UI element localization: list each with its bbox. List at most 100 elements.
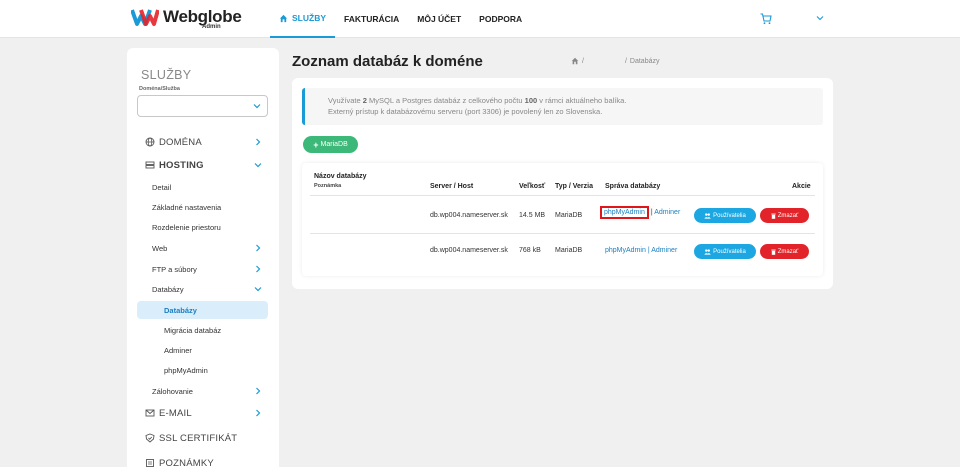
info-line-2: Externý prístup k databázovému serveru (… [328, 107, 603, 116]
sidebar-item-label: E-MAIL [159, 407, 192, 419]
link-separator: | [650, 209, 653, 216]
info-line-1: Využívate 2 MySQL a Postgres databáz z c… [328, 96, 626, 105]
nav-sluzby[interactable]: SLUŽBY [270, 0, 335, 38]
adminer-link[interactable]: Adminer [651, 247, 677, 254]
nav-podpora[interactable]: PODPORA [470, 0, 531, 38]
sidebar-item-domena[interactable]: DOMÉNA [137, 133, 268, 151]
sidebar-item-zalohovanie[interactable]: Zálohovanie [137, 382, 268, 400]
nav-moj-ucet[interactable]: MÔJ ÚČET [408, 0, 470, 38]
sidebar-item-label: Rozdelenie priestoru [152, 222, 221, 232]
sidebar-item-web[interactable]: Web [137, 239, 268, 257]
users-button[interactable]: Používatelia [694, 208, 756, 223]
sidebar-item-label: Základné nastavenia [152, 202, 222, 212]
notes-icon [146, 459, 154, 467]
info-text: MySQL a Postgres databáz z celkového poč… [366, 96, 525, 105]
col-header-type: Typ / Verzia [555, 183, 593, 190]
sidebar-title: SLUŽBY [141, 68, 192, 82]
sidebar-item-phpmyadmin[interactable]: phpMyAdmin [137, 361, 268, 379]
home-icon [279, 14, 288, 22]
sidebar-item-label: Detail [152, 182, 172, 192]
sidebar-item-rozdelenie-priestoru[interactable]: Rozdelenie priestoru [137, 218, 268, 236]
breadcrumb-separator: / [582, 57, 584, 65]
logo-subtitle: Admin [202, 24, 221, 30]
cell-server: db.wp004.nameserver.sk [430, 212, 508, 219]
plus-icon: + [313, 139, 319, 150]
sidebar-item-label: Adminer [164, 345, 192, 355]
breadcrumb-current: Databázy [629, 57, 660, 65]
col-header-actions: Akcie [792, 183, 811, 190]
sidebar-item-label: DOMÉNA [159, 136, 202, 148]
webglobe-logo-icon [131, 9, 159, 26]
sidebar-item-zakladne-nastavenia[interactable]: Základné nastavenia [137, 198, 268, 216]
sidebar-item-label: SSL CERTIFIKÁT [159, 432, 238, 444]
users-button-label: Používatelia [713, 248, 746, 255]
chevron-right-icon [256, 387, 261, 395]
nav-fakturacia[interactable]: FAKTURÁCIA [335, 0, 408, 38]
users-button-label: Používatelia [713, 212, 746, 219]
col-header-note: Poznámka [314, 183, 342, 189]
row-divider [310, 233, 815, 234]
cell-manage: phpMyAdmin | Adminer [605, 247, 677, 254]
sidebar-item-databazy-list[interactable]: Databázy [137, 301, 268, 319]
phpmyadmin-link[interactable]: phpMyAdmin [605, 247, 646, 254]
info-text: v rámci aktuálneho balíka. [537, 96, 627, 105]
chevron-down-icon [253, 104, 261, 109]
breadcrumb-home-icon[interactable] [571, 57, 579, 65]
service-select[interactable] [137, 95, 268, 117]
sidebar-item-ssl[interactable]: SSL CERTIFIKÁT [137, 429, 268, 447]
chevron-right-icon [256, 409, 261, 417]
sidebar-item-poznamky[interactable]: POZNÁMKY [137, 454, 268, 467]
sidebar-item-databazy[interactable]: Databázy [137, 280, 268, 298]
top-bar: Webglobe Admin SLUŽBY FAKTURÁCIA MÔJ ÚČE… [0, 0, 960, 38]
sidebar-item-label: Databázy [152, 284, 184, 294]
chevron-right-icon [256, 138, 261, 146]
user-menu-chevron-down-icon[interactable] [816, 14, 824, 22]
chevron-right-icon [256, 265, 261, 273]
link-separator: | [647, 247, 650, 254]
server-icon [145, 161, 155, 169]
sidebar-item-label: HOSTING [159, 159, 204, 171]
nav-label: PODPORA [479, 14, 523, 24]
cart-icon[interactable] [760, 13, 772, 25]
breadcrumb: / / Databázy [571, 57, 659, 65]
breadcrumb-separator: / [624, 57, 627, 65]
delete-button-label: Zmazať [777, 212, 799, 219]
add-button-label: MariaDB [320, 141, 348, 148]
col-header-manage: Správa databázy [605, 183, 661, 190]
database-table: Názov databázy Poznámka Server / Host Ve… [302, 163, 823, 276]
sidebar-item-label: Databázy [164, 305, 197, 315]
header-divider [310, 195, 815, 196]
adminer-link[interactable]: Adminer [654, 209, 680, 216]
nav-label: SLUŽBY [292, 13, 326, 23]
cell-type: MariaDB [555, 212, 583, 219]
delete-button[interactable]: Zmazať [760, 208, 809, 223]
sidebar-item-label: phpMyAdmin [164, 365, 208, 375]
delete-button[interactable]: Zmazať [760, 244, 809, 259]
info-box: Využívate 2 MySQL a Postgres databáz z c… [302, 88, 823, 125]
sidebar-item-label: FTP a súbory [152, 264, 197, 274]
mail-icon [145, 409, 155, 417]
database-card: Využívate 2 MySQL a Postgres databáz z c… [292, 78, 833, 289]
chevron-down-icon [254, 287, 262, 292]
cell-server: db.wp004.nameserver.sk [430, 247, 508, 254]
sidebar-item-adminer[interactable]: Adminer [137, 341, 268, 359]
users-icon [704, 248, 711, 255]
logo[interactable]: Webglobe Admin [131, 6, 242, 32]
sidebar-item-email[interactable]: E-MAIL [137, 404, 268, 422]
add-mariadb-button[interactable]: + MariaDB [303, 136, 358, 153]
sidebar-item-migracia-databaz[interactable]: Migrácia databáz [137, 321, 268, 339]
sidebar-item-label: Zálohovanie [152, 386, 193, 396]
sidebar-item-detail[interactable]: Detail [137, 178, 268, 196]
delete-button-label: Zmazať [777, 248, 799, 255]
phpmyadmin-link[interactable]: phpMyAdmin [600, 206, 649, 219]
trash-icon [771, 249, 776, 255]
cell-size: 14.5 MB [519, 212, 546, 219]
chevron-right-icon [256, 244, 261, 252]
service-select-label: Doména/Služba [139, 86, 180, 92]
users-icon [704, 212, 711, 219]
sidebar-item-ftp[interactable]: FTP a súbory [137, 260, 268, 278]
users-button[interactable]: Používatelia [694, 244, 756, 259]
cell-type: MariaDB [555, 247, 583, 254]
globe-icon [145, 137, 155, 147]
sidebar-item-hosting[interactable]: HOSTING [137, 156, 268, 174]
